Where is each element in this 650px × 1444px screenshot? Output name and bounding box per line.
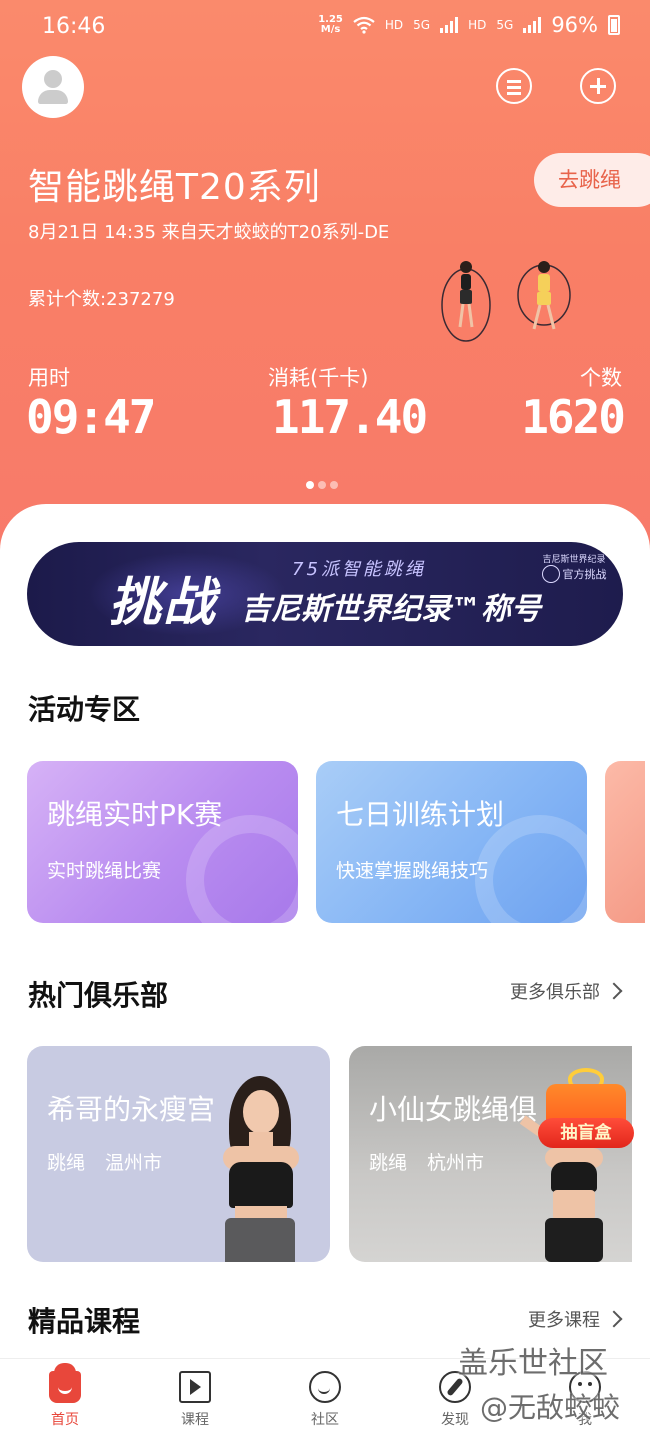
tab-label: 发现 xyxy=(441,1412,469,1428)
activity-card-subtitle: 实时跳绳比赛 xyxy=(47,860,162,882)
guinness-banner[interactable]: 75派智能跳绳 挑战 吉尼斯世界纪录™称号 吉尼斯世界纪录 官方挑战 xyxy=(27,542,623,646)
club-name: 小仙女跳绳俱 xyxy=(369,1093,538,1126)
hd-label-1: HD xyxy=(384,18,404,32)
stat-value-calories: 117.40 xyxy=(272,390,428,444)
stat-label-time: 用时 xyxy=(28,366,70,390)
banner-badge: 吉尼斯世界纪录 官方挑战 xyxy=(529,552,619,583)
battery-percent: 96% xyxy=(551,13,598,37)
battery-icon xyxy=(608,15,620,35)
device-title: 智能跳绳T20系列 xyxy=(28,167,321,208)
watermark-line-2: @无敌蛟蛟 xyxy=(480,1391,621,1424)
club-tag: 跳绳 xyxy=(369,1152,408,1174)
club-city: 温州市 xyxy=(105,1152,163,1174)
banner-badge-top: 吉尼斯世界纪录 xyxy=(542,555,606,565)
activity-card-title: 七日训练计划 xyxy=(336,798,505,831)
stat-value-time: 09:47 xyxy=(26,390,156,444)
more-courses-link[interactable]: 更多课程 xyxy=(528,1306,620,1332)
community-icon xyxy=(309,1371,341,1403)
hd-label-2: HD xyxy=(468,18,487,32)
club-city: 杭州市 xyxy=(427,1152,485,1174)
signal-icon-1 xyxy=(440,17,459,33)
course-icon xyxy=(179,1371,211,1403)
courses-title: 精品课程 xyxy=(28,1305,141,1338)
activity-card-title: 跳绳实时PK赛 xyxy=(47,798,223,831)
tab-label: 课程 xyxy=(181,1412,209,1428)
club-tag: 跳绳 xyxy=(47,1152,86,1174)
activity-card-training[interactable]: 七日训练计划 快速掌握跳绳技巧 xyxy=(316,761,587,923)
sync-icon[interactable] xyxy=(496,68,532,104)
activity-card-pk[interactable]: 跳绳实时PK赛 实时跳绳比赛 xyxy=(27,761,298,923)
activity-card-partial[interactable] xyxy=(605,761,645,923)
stat-label-count: 个数 xyxy=(580,366,622,390)
more-clubs-link[interactable]: 更多俱乐部 xyxy=(510,978,620,1004)
banner-main-text: 挑战 xyxy=(109,573,218,633)
watermark-line-1: 盖乐世社区 xyxy=(458,1346,608,1381)
tab-course[interactable]: 课程 xyxy=(155,1371,235,1429)
blind-box-label: 抽盲盒 xyxy=(538,1118,634,1148)
seal-icon xyxy=(541,565,560,583)
banner-subtitle: 75派智能跳绳 xyxy=(292,559,426,580)
banner-main-text-2: 吉尼斯世界纪录™称号 xyxy=(241,592,541,627)
avatar[interactable] xyxy=(22,56,84,118)
club-card-1[interactable]: 希哥的永瘦宫 跳绳 温州市 xyxy=(27,1046,330,1262)
page-dot xyxy=(306,481,314,489)
jumping-girls-illustration xyxy=(441,261,571,342)
activity-card-subtitle: 快速掌握跳绳技巧 xyxy=(336,860,489,882)
wifi-icon xyxy=(353,16,375,34)
network-speed: 1.25 M/s xyxy=(318,14,343,35)
avatar-head xyxy=(44,70,62,88)
page-dot xyxy=(330,481,338,489)
status-bar: 16:46 1.25 M/s HD 5G HD 5G 96% xyxy=(0,0,650,56)
page-dot xyxy=(318,481,326,489)
club-1-photo xyxy=(205,1076,325,1262)
status-time: 16:46 xyxy=(42,14,106,39)
tab-community[interactable]: 社区 xyxy=(285,1371,365,1429)
total-count: 累计个数:237279 xyxy=(28,289,175,310)
tab-home[interactable]: 首页 xyxy=(25,1363,105,1429)
page-indicator xyxy=(306,481,338,489)
home-icon xyxy=(49,1363,81,1403)
clubs-title: 热门俱乐部 xyxy=(28,979,169,1012)
tab-label: 社区 xyxy=(311,1412,339,1428)
status-indicators: 1.25 M/s HD 5G HD 5G 96% xyxy=(318,13,620,37)
main-content: 75派智能跳绳 挑战 吉尼斯世界纪录™称号 吉尼斯世界纪录 官方挑战 活动专区 … xyxy=(0,504,650,1444)
club-name: 希哥的永瘦宫 xyxy=(47,1093,216,1126)
banner-badge-label: 官方挑战 xyxy=(562,568,607,581)
sync-info: 8月21日 14:35 来自天才蛟蛟的T20系列-DE xyxy=(28,222,390,243)
tab-label: 首页 xyxy=(51,1412,79,1428)
net-label-2: 5G xyxy=(496,18,514,32)
stat-label-calories: 消耗(千卡) xyxy=(268,366,369,390)
stat-value-count: 1620 xyxy=(521,390,626,444)
hero-header: 16:46 1.25 M/s HD 5G HD 5G 96% 智能跳绳T20系列 … xyxy=(0,0,650,560)
go-jump-button[interactable]: 去跳绳 xyxy=(534,153,650,207)
blind-box-button[interactable]: 抽盲盒 xyxy=(538,1066,634,1154)
activities-title: 活动专区 xyxy=(28,693,141,726)
signal-icon-2 xyxy=(523,17,542,33)
add-device-icon[interactable] xyxy=(580,68,616,104)
net-label-1: 5G xyxy=(413,18,431,32)
avatar-body xyxy=(38,90,68,104)
